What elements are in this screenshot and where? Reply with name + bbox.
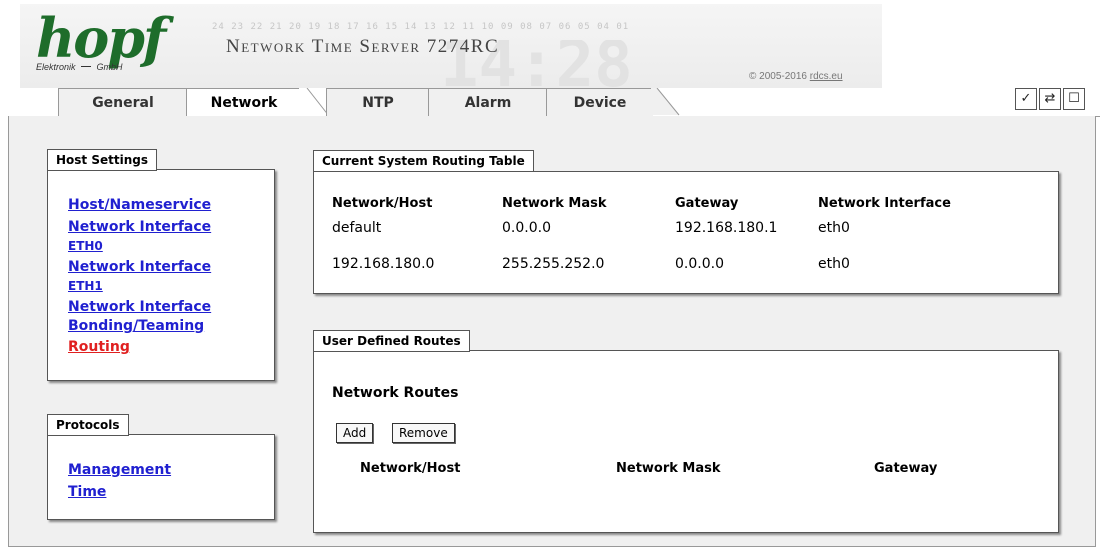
tab-ntp[interactable]: NTP: [326, 88, 430, 116]
protocols-title: Protocols: [47, 414, 129, 436]
route-row-2-mask: 255.255.252.0: [502, 256, 605, 272]
copyright-text: © 2005-2016: [749, 71, 810, 82]
tab-device-label: Device: [573, 94, 627, 111]
link-management[interactable]: Management: [68, 461, 171, 480]
copyright-link[interactable]: rdcs.eu: [810, 71, 843, 82]
remove-button[interactable]: Remove: [392, 423, 455, 443]
user-routes-header-network-host: Network/Host: [360, 461, 461, 476]
host-settings-panel: Host/Nameservice Network Interface ETH0 …: [47, 169, 275, 381]
tab-general-label: General: [92, 94, 154, 111]
link-time-label: Time: [68, 484, 107, 500]
protocols-panel: Management Time: [47, 434, 275, 520]
apply-icon[interactable]: ✓: [1015, 88, 1037, 110]
tab-network[interactable]: Network: [186, 88, 301, 117]
copyright: © 2005-2016 rdcs.eu: [749, 71, 843, 82]
link-routing-label: Routing: [68, 339, 130, 355]
tab-device[interactable]: Device: [546, 88, 653, 116]
link-bonding-line2: Bonding/Teaming: [68, 318, 205, 334]
link-routing[interactable]: Routing: [68, 338, 211, 357]
link-eth1-line1: Network Interface: [68, 259, 212, 275]
logo-word: hopf: [36, 6, 166, 70]
link-eth1-line2: ETH1: [68, 279, 103, 293]
tab-network-label: Network: [210, 95, 278, 111]
user-routes-header-gateway: Gateway: [874, 461, 938, 476]
add-button[interactable]: Add: [336, 423, 374, 443]
tab-bar: General Network NTP Alarm Device: [8, 88, 1100, 117]
routing-header-network-mask: Network Mask: [502, 196, 607, 211]
user-routes-title: User Defined Routes: [313, 330, 470, 352]
routing-header-network-host: Network/Host: [332, 196, 433, 211]
route-row-2-network: 192.168.180.0: [332, 256, 435, 272]
link-host-nameservice[interactable]: Host/Nameservice: [68, 196, 211, 215]
network-routes-title: Network Routes: [332, 385, 459, 401]
route-row-1-network: default: [332, 220, 382, 236]
routing-table-panel: Network/Host Network Mask Gateway Networ…: [313, 171, 1059, 294]
tab-ntp-label: NTP: [362, 94, 394, 111]
tab-alarm[interactable]: Alarm: [428, 88, 548, 116]
link-network-interface-eth1[interactable]: Network Interface ETH1: [68, 258, 211, 296]
content-frame: Host/Nameservice Network Interface ETH0 …: [8, 116, 1096, 547]
link-time[interactable]: Time: [68, 483, 171, 502]
link-bonding-line1: Network Interface: [68, 299, 212, 315]
user-routes-panel: Network Routes Add Remove Network/Host N…: [313, 350, 1059, 533]
route-row-1-interface: eth0: [818, 220, 850, 236]
hopf-logo: hopf Elektronik GmbH: [36, 6, 166, 72]
toolbar: ✓ ⇄ ☐: [1015, 88, 1085, 110]
logo-sub-right: GmbH: [96, 62, 123, 72]
link-network-interface-eth0[interactable]: Network Interface ETH0: [68, 218, 211, 256]
link-network-interface-bonding[interactable]: Network Interface Bonding/Teaming: [68, 298, 211, 336]
tab-general[interactable]: General: [58, 88, 188, 116]
product-title: Network Time Server 7274RC: [226, 36, 500, 57]
digit-strip: 24 23 22 21 20 19 18 17 16 15 14 13 12 1…: [212, 22, 630, 32]
link-eth0-line2: ETH0: [68, 239, 103, 253]
host-settings-links: Host/Nameservice Network Interface ETH0 …: [68, 196, 211, 357]
route-row-2-gateway: 0.0.0.0: [675, 256, 724, 272]
routing-header-gateway: Gateway: [675, 196, 739, 211]
host-settings-title: Host Settings: [47, 149, 157, 171]
routing-table-title: Current System Routing Table: [313, 150, 534, 172]
link-host-nameservice-label: Host/Nameservice: [68, 197, 212, 213]
link-eth0-line1: Network Interface: [68, 219, 212, 235]
route-row-1-mask: 0.0.0.0: [502, 220, 551, 236]
route-row-1-gateway: 192.168.180.1: [675, 220, 778, 236]
tab-alarm-label: Alarm: [464, 94, 512, 111]
route-row-2-interface: eth0: [818, 256, 850, 272]
page-icon[interactable]: ☐: [1063, 88, 1085, 110]
routing-header-network-interface: Network Interface: [818, 196, 951, 211]
user-routes-header-network-mask: Network Mask: [616, 461, 721, 476]
link-management-label: Management: [68, 462, 172, 478]
protocols-links: Management Time: [68, 461, 171, 502]
reload-icon[interactable]: ⇄: [1039, 88, 1061, 110]
tab-device-slant: [651, 88, 680, 116]
logo-sub-left: Elektronik: [36, 62, 76, 72]
